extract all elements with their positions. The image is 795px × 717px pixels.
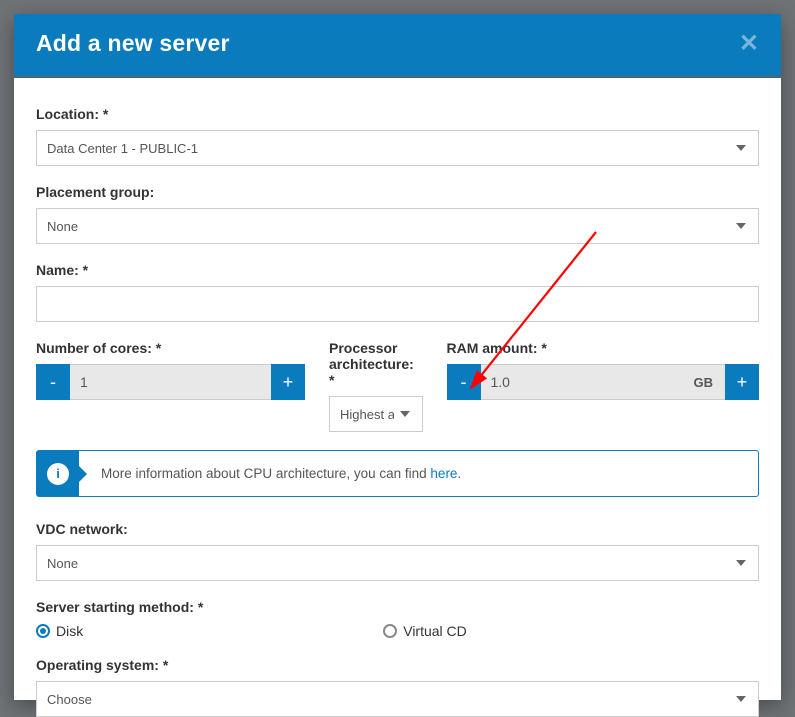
- ram-increment-button[interactable]: +: [725, 364, 759, 400]
- arch-field: Processor architecture: * Highest availa…: [329, 340, 423, 432]
- close-icon[interactable]: ✕: [739, 32, 759, 56]
- name-label: Name: *: [36, 262, 759, 278]
- placement-select[interactable]: None: [36, 208, 759, 244]
- start-method-field: Server starting method: * Disk Virtual C…: [36, 599, 759, 639]
- ram-decrement-button[interactable]: -: [447, 364, 481, 400]
- location-select[interactable]: Data Center 1 - PUBLIC-1: [36, 130, 759, 166]
- ram-unit-badge: GB: [682, 364, 726, 400]
- modal-title: Add a new server: [36, 30, 230, 57]
- info-text-suffix: .: [457, 466, 461, 481]
- info-text: More information about CPU architecture,…: [79, 451, 477, 496]
- cpu-info-callout: i More information about CPU architectur…: [36, 450, 759, 497]
- placement-label: Placement group:: [36, 184, 759, 200]
- arch-select[interactable]: Highest available in location: [329, 396, 423, 432]
- info-text-prefix: More information about CPU architecture,…: [101, 466, 430, 481]
- radio-label-disk: Disk: [56, 623, 83, 639]
- radio-label-vcd: Virtual CD: [403, 623, 467, 639]
- cores-increment-button[interactable]: +: [271, 364, 305, 400]
- vdc-label: VDC network:: [36, 521, 759, 537]
- modal-header: Add a new server ✕: [14, 14, 781, 78]
- cores-label: Number of cores: *: [36, 340, 305, 356]
- add-server-modal: Add a new server ✕ Location: * Data Cent…: [14, 14, 781, 700]
- os-field: Operating system: * Choose: [36, 657, 759, 717]
- location-field: Location: * Data Center 1 - PUBLIC-1: [36, 106, 759, 166]
- info-link[interactable]: here: [430, 466, 457, 481]
- ram-label: RAM amount: *: [447, 340, 760, 356]
- name-field: Name: *: [36, 262, 759, 322]
- ram-field: RAM amount: * - GB +: [447, 340, 760, 432]
- name-input[interactable]: [36, 286, 759, 322]
- placement-field: Placement group: None: [36, 184, 759, 244]
- cores-stepper: - +: [36, 364, 305, 400]
- start-method-virtual-cd[interactable]: Virtual CD: [383, 623, 467, 639]
- radio-icon: [383, 624, 397, 638]
- location-label: Location: *: [36, 106, 759, 122]
- arch-label: Processor architecture: *: [329, 340, 423, 388]
- vdc-field: VDC network: None: [36, 521, 759, 581]
- info-icon: i: [37, 451, 79, 496]
- os-label: Operating system: *: [36, 657, 759, 673]
- start-method-radios: Disk Virtual CD: [36, 623, 759, 639]
- start-method-disk[interactable]: Disk: [36, 623, 83, 639]
- ram-input[interactable]: [481, 364, 682, 400]
- modal-body: Location: * Data Center 1 - PUBLIC-1 Pla…: [14, 78, 781, 717]
- start-method-label: Server starting method: *: [36, 599, 759, 615]
- vdc-select[interactable]: None: [36, 545, 759, 581]
- cores-decrement-button[interactable]: -: [36, 364, 70, 400]
- specs-row: Number of cores: * - + Processor archite…: [36, 340, 759, 432]
- radio-icon: [36, 624, 50, 638]
- cores-input[interactable]: [70, 364, 271, 400]
- cores-field: Number of cores: * - +: [36, 340, 305, 432]
- ram-stepper: - GB +: [447, 364, 760, 400]
- os-select[interactable]: Choose: [36, 681, 759, 717]
